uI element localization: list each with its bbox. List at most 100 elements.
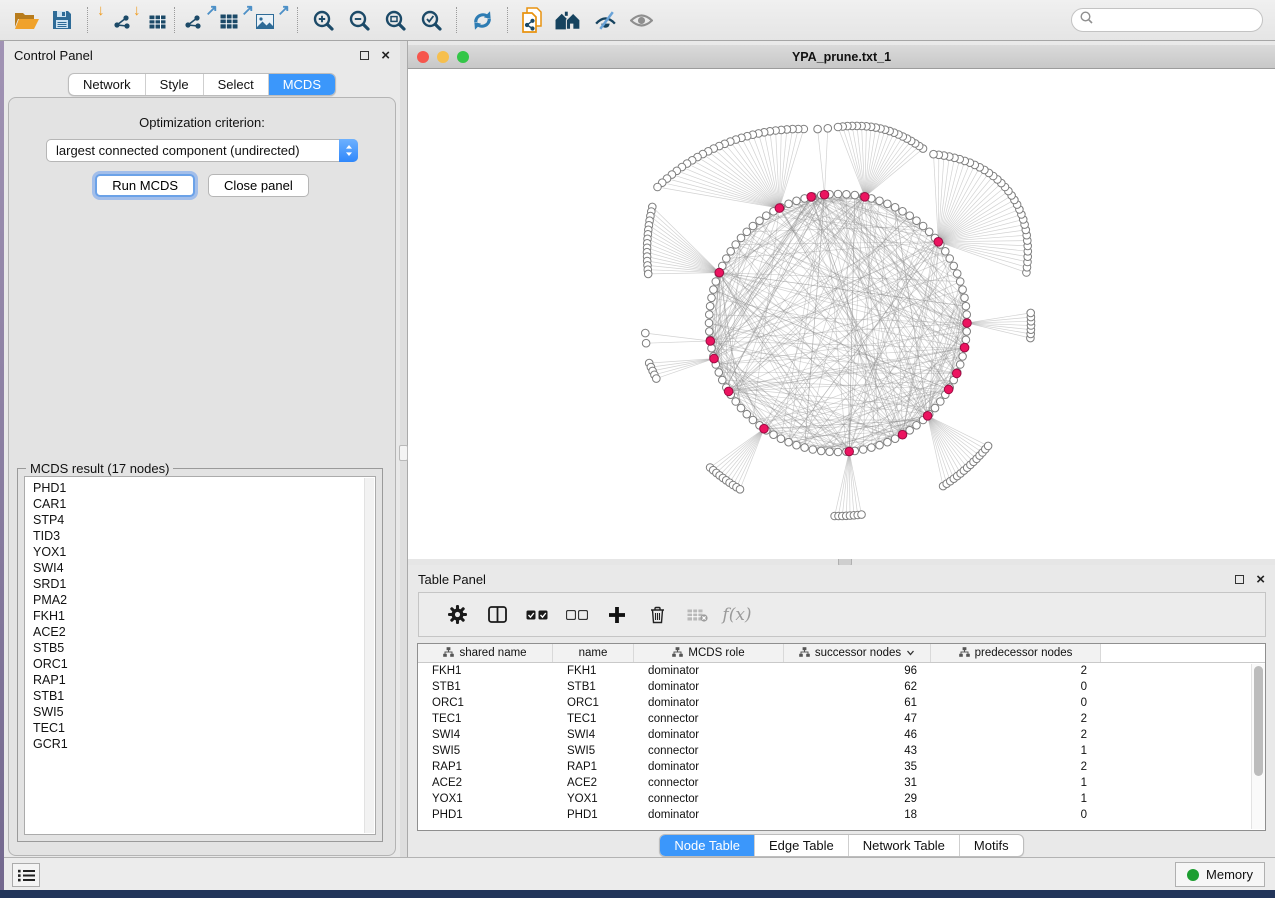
- tab-node-table[interactable]: Node Table: [660, 835, 754, 856]
- export-network-icon[interactable]: ↗: [182, 4, 218, 36]
- network-window-titlebar[interactable]: YPA_prune.txt_1: [408, 45, 1275, 69]
- table-row[interactable]: FKH1FKH1dominator962: [418, 663, 1265, 679]
- mcds-result-item[interactable]: TID3: [33, 528, 375, 544]
- control-panel-title: Control Panel: [14, 48, 360, 63]
- zoom-out-icon[interactable]: [341, 4, 377, 36]
- mcds-result-item[interactable]: PHD1: [33, 480, 375, 496]
- column-header-MCDS-role[interactable]: MCDS role: [634, 644, 784, 662]
- table-scrollbar[interactable]: [1251, 664, 1265, 829]
- mcds-result-item[interactable]: FKH1: [33, 608, 375, 624]
- zoom-selected-icon[interactable]: [413, 4, 449, 36]
- tab-mcds[interactable]: MCDS: [268, 74, 335, 95]
- tab-select[interactable]: Select: [203, 74, 268, 95]
- table-scrollbar-thumb[interactable]: [1254, 666, 1263, 776]
- eye-icon[interactable]: [623, 4, 659, 36]
- sort-chevron-icon: [906, 647, 915, 659]
- run-mcds-button[interactable]: Run MCDS: [95, 174, 195, 197]
- float-icon[interactable]: [360, 51, 369, 60]
- export-image-icon[interactable]: ↗: [254, 4, 290, 36]
- cell-name: PHD1: [553, 807, 634, 823]
- float-icon[interactable]: [1235, 575, 1244, 584]
- import-network-icon[interactable]: ↓: [95, 4, 131, 36]
- cell-successor-nodes: 96: [784, 663, 931, 679]
- network-home-icon[interactable]: [551, 4, 587, 36]
- refresh-view-icon[interactable]: [464, 4, 500, 36]
- window-controls: [417, 51, 469, 63]
- delete-table-icon[interactable]: [677, 598, 717, 632]
- table-settings-gear-icon[interactable]: [437, 598, 477, 632]
- mcds-result-item[interactable]: SWI4: [33, 560, 375, 576]
- table-row[interactable]: PHD1PHD1dominator180: [418, 807, 1265, 823]
- search-field[interactable]: [1071, 8, 1263, 32]
- table-row[interactable]: SWI5SWI5connector431: [418, 743, 1265, 759]
- task-history-button[interactable]: [12, 863, 40, 887]
- toolbar-separator: [507, 7, 508, 33]
- zoom-fit-icon[interactable]: [377, 4, 413, 36]
- mcds-result-item[interactable]: STP4: [33, 512, 375, 528]
- minimize-window-icon[interactable]: [437, 51, 449, 63]
- search-input[interactable]: [1098, 13, 1254, 27]
- cell-name: FKH1: [553, 663, 634, 679]
- function-builder-icon[interactable]: f(x): [717, 598, 757, 632]
- network-canvas[interactable]: [408, 69, 1275, 559]
- vertical-splitter-grip[interactable]: [399, 445, 408, 461]
- table-row[interactable]: ORC1ORC1dominator610: [418, 695, 1265, 711]
- maximize-window-icon[interactable]: [457, 51, 469, 63]
- tab-motifs[interactable]: Motifs: [959, 835, 1023, 856]
- column-header-name[interactable]: name: [553, 644, 634, 662]
- close-icon[interactable]: ×: [381, 51, 390, 60]
- vertical-splitter[interactable]: [400, 41, 408, 857]
- table-toolbar: f(x): [418, 592, 1266, 637]
- select-all-icon[interactable]: [517, 598, 557, 632]
- deselect-all-icon[interactable]: [557, 598, 597, 632]
- zoom-in-icon[interactable]: [305, 4, 341, 36]
- table-row[interactable]: ACE2ACE2connector311: [418, 775, 1265, 791]
- close-window-icon[interactable]: [417, 51, 429, 63]
- mcds-result-item[interactable]: STB1: [33, 688, 375, 704]
- optimization-criterion-select[interactable]: largest connected component (undirected): [46, 139, 358, 162]
- mcds-result-item[interactable]: PMA2: [33, 592, 375, 608]
- share-network-document-icon[interactable]: [515, 4, 551, 36]
- add-column-icon[interactable]: [597, 598, 637, 632]
- mcds-result-item[interactable]: YOX1: [33, 544, 375, 560]
- close-icon[interactable]: ×: [1256, 575, 1265, 584]
- mcds-result-item[interactable]: STB5: [33, 640, 375, 656]
- mcds-result-list[interactable]: PHD1CAR1STP4TID3YOX1SWI4SRD1PMA2FKH1ACE2…: [24, 476, 376, 835]
- list-icon: [18, 869, 35, 882]
- close-panel-button[interactable]: Close panel: [208, 174, 309, 197]
- open-session-icon[interactable]: [8, 4, 44, 36]
- mcds-result-item[interactable]: TEC1: [33, 720, 375, 736]
- mcds-scrollbar[interactable]: [364, 478, 374, 833]
- mcds-result-item[interactable]: SWI5: [33, 704, 375, 720]
- delete-column-icon[interactable]: [637, 598, 677, 632]
- control-panel-tabs-row: NetworkStyleSelectMCDS: [4, 73, 400, 96]
- tab-network[interactable]: Network: [69, 74, 145, 95]
- save-session-icon[interactable]: [44, 4, 80, 36]
- cell-predecessor-nodes: 2: [931, 711, 1101, 727]
- column-header-successor-nodes[interactable]: successor nodes: [784, 644, 931, 662]
- column-header-shared-name[interactable]: shared name: [418, 644, 553, 662]
- table-row[interactable]: YOX1YOX1connector291: [418, 791, 1265, 807]
- hide-graphics-details-icon[interactable]: [587, 4, 623, 36]
- export-table-icon[interactable]: ↗: [218, 4, 254, 36]
- column-header-predecessor-nodes[interactable]: predecessor nodes: [931, 644, 1101, 662]
- cell-name: TEC1: [553, 711, 634, 727]
- mcds-result-item[interactable]: ACE2: [33, 624, 375, 640]
- mcds-result-item[interactable]: SRD1: [33, 576, 375, 592]
- tab-edge-table[interactable]: Edge Table: [754, 835, 848, 856]
- mcds-result-item[interactable]: GCR1: [33, 736, 375, 752]
- table-row[interactable]: SWI4SWI4dominator462: [418, 727, 1265, 743]
- tab-style[interactable]: Style: [145, 74, 203, 95]
- table-row[interactable]: STB1STB1dominator620: [418, 679, 1265, 695]
- import-table-icon[interactable]: ↓: [131, 4, 167, 36]
- cell-shared-name: STB1: [418, 679, 553, 695]
- memory-button[interactable]: Memory: [1175, 862, 1265, 887]
- tab-network-table[interactable]: Network Table: [848, 835, 959, 856]
- mcds-result-item[interactable]: CAR1: [33, 496, 375, 512]
- mcds-result-item[interactable]: ORC1: [33, 656, 375, 672]
- show-columns-icon[interactable]: [477, 598, 517, 632]
- mcds-buttons-row: Run MCDS Close panel: [9, 174, 395, 197]
- table-row[interactable]: TEC1TEC1connector472: [418, 711, 1265, 727]
- mcds-result-item[interactable]: RAP1: [33, 672, 375, 688]
- table-row[interactable]: RAP1RAP1dominator352: [418, 759, 1265, 775]
